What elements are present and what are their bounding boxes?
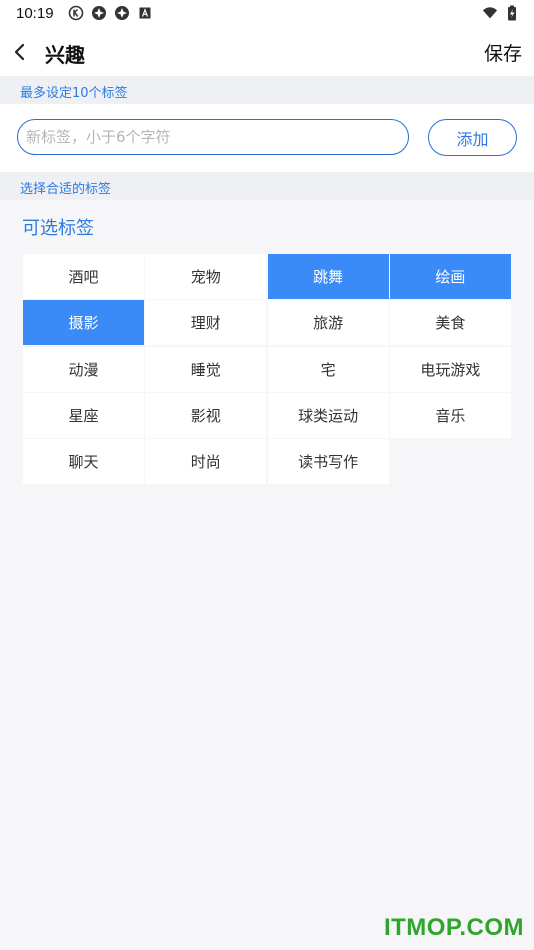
status-bar: 10:19 [0, 0, 534, 28]
tag-option[interactable]: 旅游 [267, 300, 389, 346]
available-tags-title: 可选标签 [22, 218, 94, 239]
tag-option[interactable]: 星座 [23, 392, 144, 438]
new-tag-input[interactable] [17, 119, 409, 155]
tag-option[interactable]: 读书写作 [267, 439, 389, 485]
a-box-icon [137, 5, 153, 21]
app-bar: 兴趣 保存 [0, 28, 534, 76]
battery-charging-icon [504, 5, 520, 21]
pinwheel-icon [114, 5, 130, 21]
tag-option[interactable]: 宠物 [145, 254, 267, 299]
wifi-icon [482, 5, 498, 21]
tag-option[interactable]: 宅 [267, 346, 389, 392]
tag-option[interactable]: 理财 [145, 300, 267, 346]
choose-hint-bar: 选择合适的标签 [0, 172, 534, 200]
limit-hint-bar: 最多设定10个标签 [0, 76, 534, 104]
tag-option[interactable]: 绘画 [389, 254, 511, 299]
limit-hint: 最多设定10个标签 [20, 86, 128, 101]
tag-option[interactable]: 摄影 [23, 300, 144, 346]
k-circle-icon [68, 5, 84, 21]
tag-option[interactable]: 美食 [389, 300, 511, 346]
tag-option[interactable]: 动漫 [23, 346, 144, 392]
new-tag-row: 添加 [0, 104, 534, 172]
add-tag-button[interactable]: 添加 [428, 119, 517, 156]
tag-option[interactable]: 音乐 [389, 392, 511, 438]
page-title: 兴趣 [45, 43, 85, 67]
chevron-left-icon [14, 43, 25, 61]
status-icons-right [482, 5, 520, 21]
tag-grid: 酒吧 宠物 跳舞 绘画摄影 理财 旅游 美食动漫 睡觉宅电玩游戏星座 影视 球类运动 音乐聊天 时尚读… [23, 254, 511, 485]
tag-option[interactable]: 睡觉 [145, 346, 267, 392]
tag-option[interactable]: 电玩游戏 [389, 346, 511, 392]
back-button[interactable] [6, 38, 34, 66]
tag-option[interactable]: 影视 [145, 392, 267, 438]
tag-option[interactable]: 酒吧 [23, 254, 144, 299]
pinwheel-icon [91, 5, 107, 21]
status-icons-left [68, 5, 153, 21]
tag-option[interactable]: 时尚 [145, 439, 267, 485]
tag-option[interactable]: 聊天 [23, 439, 144, 485]
save-button[interactable]: 保存 [484, 39, 522, 66]
watermark-logo: ITMOP.COM [383, 914, 524, 941]
tag-option[interactable]: 跳舞 [267, 254, 389, 299]
choose-hint: 选择合适的标签 [20, 182, 112, 197]
tag-option[interactable]: 球类运动 [267, 392, 389, 438]
status-time: 10:19 [16, 5, 54, 22]
